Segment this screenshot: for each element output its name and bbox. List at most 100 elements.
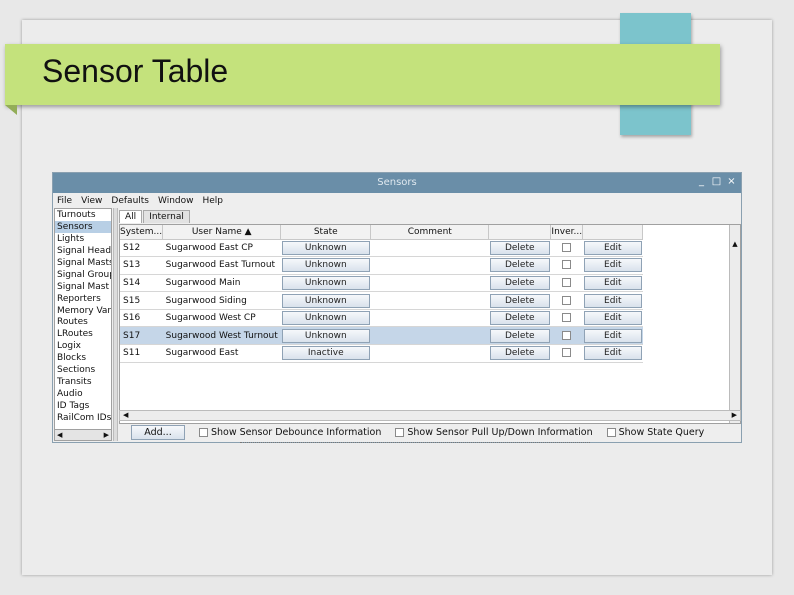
delete-button[interactable]: Delete [489,258,550,273]
table-type-item[interactable]: RailCom IDs [55,412,111,424]
state-button[interactable]: Inactive [281,346,370,361]
system-name-cell[interactable]: S17 [120,326,163,346]
table-horizontal-scrollbar[interactable]: ◀ ▶ [119,410,741,421]
comment-cell[interactable] [370,274,489,293]
table-row[interactable]: S13 Sugarwood East Turnout Unknown Delete Ed… [120,256,643,275]
system-name-cell[interactable]: S13 [120,256,163,275]
user-name-cell[interactable]: Sugarwood West Turnout [162,326,281,346]
edit-button[interactable]: Edit [583,328,642,343]
table-type-item[interactable]: Signal Heads [55,245,111,257]
user-name-cell[interactable]: Sugarwood Main [162,274,281,293]
table-type-item[interactable]: Signal Masts [55,257,111,269]
scroll-right-icon[interactable]: ▶ [732,411,737,420]
table-row[interactable]: S12 Sugarwood East CP Unknown Delete Edit [120,239,643,258]
delete-button[interactable]: Delete [489,311,550,326]
delete-button[interactable]: Delete [489,328,550,343]
column-header-state[interactable]: State [280,225,372,240]
inverted-checkbox[interactable] [562,277,572,287]
table-type-item[interactable]: Logix [55,340,111,352]
edit-button[interactable]: Edit [583,275,642,290]
edit-button[interactable]: Edit [583,240,642,255]
table-type-item[interactable]: Blocks [55,352,111,364]
menu-view[interactable]: View [81,196,102,206]
column-header-edit[interactable] [582,225,644,240]
inverted-checkbox[interactable] [562,260,572,270]
menu-defaults[interactable]: Defaults [111,196,149,206]
state-button[interactable]: Unknown [281,240,370,255]
table-type-item[interactable]: Memory Variables [55,305,111,317]
table-type-item[interactable]: Reporters [55,293,111,305]
edit-button[interactable]: Edit [583,346,642,361]
menu-file[interactable]: File [57,196,72,206]
debounce-option[interactable]: Show Sensor Debounce Information [199,427,381,438]
delete-button[interactable]: Delete [489,346,550,361]
user-name-cell[interactable]: Sugarwood West CP [162,309,281,328]
table-type-item[interactable]: Turnouts [55,209,111,221]
maximize-icon[interactable]: □ [711,176,722,188]
scroll-up-icon[interactable]: ▲ [730,239,740,249]
column-header-inverted[interactable]: Inver... [550,225,584,240]
table-row[interactable]: S11 Sugarwood East Inactive Delete Edit [120,344,643,363]
tab-all[interactable]: All [119,210,143,223]
comment-cell[interactable] [370,239,489,258]
inverted-checkbox[interactable] [562,295,572,305]
state-query-checkbox[interactable] [606,428,616,437]
user-name-cell[interactable]: Sugarwood East CP [162,239,281,258]
state-button[interactable]: Unknown [281,258,370,273]
inverted-checkbox[interactable] [562,313,572,323]
table-type-item[interactable]: Lights [55,233,111,245]
delete-button[interactable]: Delete [489,293,550,308]
system-name-cell[interactable]: S12 [120,239,163,258]
menu-help[interactable]: Help [203,196,224,206]
table-row[interactable]: S16 Sugarwood West CP Unknown Delete Edit [120,309,643,328]
table-row[interactable]: S14 Sugarwood Main Unknown Delete Edit [120,274,643,293]
user-name-cell[interactable]: Sugarwood Siding [162,291,281,310]
scroll-right-icon[interactable]: ▶ [104,431,109,439]
table-row[interactable]: S17 Sugarwood West Turnout Unknown Delete Ed… [120,326,643,346]
table-type-item[interactable]: Transits [55,376,111,388]
table-type-item[interactable]: Routes [55,316,111,328]
minimize-icon[interactable]: _ [696,176,707,188]
delete-button[interactable]: Delete [489,275,550,290]
column-header-system[interactable]: System... [120,225,164,240]
column-header-user-name[interactable]: User Name ▲ [162,225,282,240]
comment-cell[interactable] [370,344,489,363]
user-name-cell[interactable]: Sugarwood East Turnout [162,256,281,275]
scroll-left-icon[interactable]: ◀ [123,411,128,420]
table-type-item[interactable]: Signal Groups [55,269,111,281]
table-vertical-scrollbar[interactable]: ▲ ▼ [729,225,740,423]
state-button[interactable]: Unknown [281,293,370,308]
comment-cell[interactable] [370,256,489,275]
window-titlebar[interactable]: Sensors _ □ × [53,173,741,193]
state-button[interactable]: Unknown [281,328,370,343]
column-header-delete[interactable] [488,225,552,240]
system-name-cell[interactable]: S16 [120,309,163,328]
table-type-item[interactable]: Audio [55,388,111,400]
inverted-checkbox[interactable] [562,330,572,340]
add-button[interactable]: Add... [131,425,185,440]
inverted-checkbox[interactable] [562,348,572,358]
delete-button[interactable]: Delete [489,240,550,255]
system-name-cell[interactable]: S11 [120,344,163,363]
state-button[interactable]: Unknown [281,275,370,290]
comment-cell[interactable] [370,291,489,310]
table-type-item[interactable]: Signal Mast Logic [55,281,111,293]
state-button[interactable]: Unknown [281,311,370,326]
table-type-item[interactable]: ID Tags [55,400,111,412]
left-horizontal-scrollbar[interactable]: ◀ ▶ [55,429,111,440]
column-header-comment[interactable]: Comment [370,225,490,240]
user-name-cell[interactable]: Sugarwood East [162,344,281,363]
comment-cell[interactable] [370,309,489,328]
scroll-left-icon[interactable]: ◀ [57,431,62,439]
pullupdown-checkbox[interactable] [395,428,405,437]
table-type-item[interactable]: Sensors [55,220,111,233]
table-row[interactable]: S15 Sugarwood Siding Unknown Delete Edit [120,291,643,310]
close-icon[interactable]: × [726,176,737,188]
edit-button[interactable]: Edit [583,258,642,273]
tab-internal[interactable]: Internal [143,210,190,223]
table-type-item[interactable]: Sections [55,364,111,376]
system-name-cell[interactable]: S14 [120,274,163,293]
edit-button[interactable]: Edit [583,311,642,326]
split-pane-divider[interactable] [113,208,118,441]
pullupdown-option[interactable]: Show Sensor Pull Up/Down Information [395,427,593,438]
